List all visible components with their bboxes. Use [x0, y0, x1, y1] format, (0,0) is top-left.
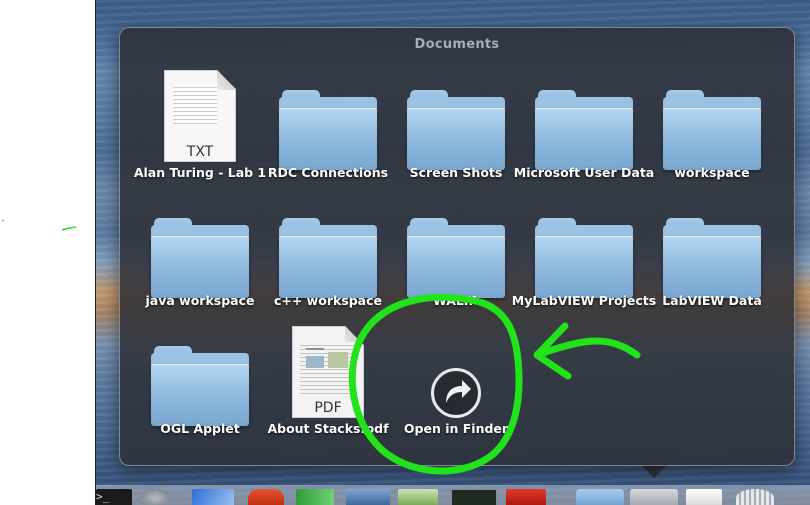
- stack-item-labview-data[interactable]: LabVIEW Data: [648, 192, 776, 312]
- stack-item-label: Screen Shots: [409, 165, 503, 180]
- stack-item-label: Microsoft User Data: [513, 165, 655, 180]
- acrobat-icon[interactable]: [506, 489, 546, 505]
- txt-document-icon: TXT: [164, 70, 236, 162]
- terminal-icon[interactable]: >_: [96, 489, 132, 505]
- applications-folder-icon[interactable]: [576, 489, 624, 505]
- stack-item-label: About Stacks.pdf: [267, 421, 389, 436]
- stack-item-screen-shots[interactable]: Screen Shots: [392, 64, 520, 184]
- stray-pen-mark: [1, 219, 77, 231]
- downloads-stack-icon[interactable]: [686, 489, 722, 505]
- stack-item-label: LabVIEW Data: [662, 293, 762, 308]
- folder-icon: [535, 218, 633, 298]
- folder-icon: [279, 218, 377, 298]
- stack-pointer: [640, 464, 668, 478]
- open-in-finder-icon: [431, 368, 481, 418]
- folder-icon: [407, 218, 505, 298]
- stack-item-cpp-workspace[interactable]: c++ workspace: [264, 192, 392, 312]
- stack-item-label: MyLabVIEW Projects: [511, 293, 657, 308]
- xcode-icon[interactable]: [346, 489, 390, 505]
- pdf-document-icon: PDF: [292, 326, 364, 418]
- file-extension-label: PDF: [314, 400, 342, 416]
- stack-item-label: c++ workspace: [273, 293, 383, 308]
- stack-title: Documents: [414, 37, 500, 52]
- folder-icon: [535, 90, 633, 170]
- folder-icon: [663, 90, 761, 170]
- stack-item-label: Alan Turing - Lab 1: [133, 165, 267, 180]
- open-in-finder-button[interactable]: Open in Finder: [392, 320, 520, 440]
- stack-item-label: WALTA: [432, 293, 480, 308]
- stack-item-ogl-applet[interactable]: OGL Applet: [136, 320, 264, 440]
- activity-monitor-icon[interactable]: [451, 489, 497, 505]
- system-prefs-icon[interactable]: [140, 489, 170, 505]
- left-blank-area: [0, 0, 95, 505]
- file-extension-label: TXT: [186, 144, 214, 160]
- dock: >_: [96, 485, 810, 505]
- terminal-prompt: >_: [96, 490, 110, 503]
- stack-item-workspace[interactable]: workspace: [648, 64, 776, 184]
- stack-item-label: RDC Connections: [267, 165, 389, 180]
- folder-icon: [407, 90, 505, 170]
- folder-icon: [151, 218, 249, 298]
- folder-icon: [663, 218, 761, 298]
- stack-item-microsoft-user-data[interactable]: Microsoft User Data: [514, 64, 654, 184]
- stack-item-rdc-connections[interactable]: RDC Connections: [264, 64, 392, 184]
- documents-stack-popup: Documents TXT Alan Turing - Lab 1 RDC Co…: [119, 27, 795, 466]
- stack-item-java-workspace[interactable]: java workspace: [136, 192, 264, 312]
- folder-icon: [151, 346, 249, 426]
- trash-icon[interactable]: [736, 489, 774, 505]
- powerpoint-icon[interactable]: [248, 489, 284, 505]
- stack-item-alan-turing-lab-1[interactable]: TXT Alan Turing - Lab 1: [134, 64, 266, 184]
- folder-icon: [279, 90, 377, 170]
- stack-item-label: java workspace: [145, 293, 255, 308]
- word-icon[interactable]: [192, 489, 234, 505]
- stack-item-about-stacks-pdf[interactable]: PDF About Stacks.pdf: [264, 320, 392, 440]
- documents-stack-icon[interactable]: [630, 489, 678, 505]
- preview-icon[interactable]: [398, 489, 438, 505]
- stack-item-label: OGL Applet: [160, 421, 240, 436]
- excel-icon[interactable]: [296, 489, 334, 505]
- stack-item-mylabview-projects[interactable]: MyLabVIEW Projects: [512, 192, 656, 312]
- stack-item-label: workspace: [674, 165, 750, 180]
- stack-item-walta[interactable]: WALTA: [392, 192, 520, 312]
- stack-item-label: Open in Finder: [403, 421, 509, 436]
